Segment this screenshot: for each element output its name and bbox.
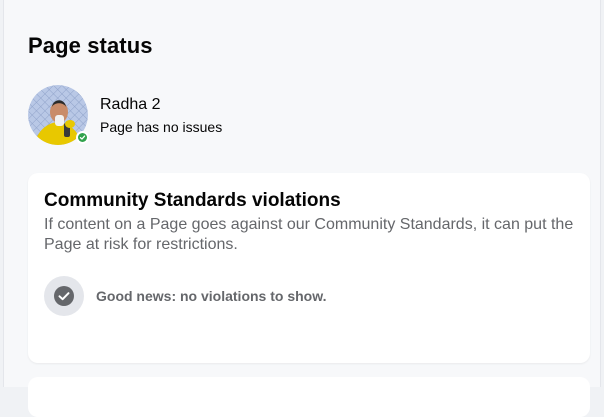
page-name[interactable]: Radha 2 xyxy=(100,95,222,115)
active-status-badge xyxy=(76,131,89,144)
card-description: If content on a Page goes against our Co… xyxy=(44,216,574,253)
card-title: Community Standards violations xyxy=(44,190,341,211)
community-standards-card: Community Standards violations If conten… xyxy=(28,173,590,363)
page-profile-row: Radha 2 Page has no issues xyxy=(28,85,222,145)
violations-result: Good news: no violations to show. xyxy=(44,276,326,316)
result-text: Good news: no violations to show. xyxy=(96,288,327,304)
page-title: Page status xyxy=(28,33,153,58)
check-icon xyxy=(78,133,87,142)
check-circle-icon xyxy=(44,276,84,316)
page-status-text: Page has no issues xyxy=(100,118,223,135)
page-avatar[interactable] xyxy=(28,85,89,145)
page-info: Radha 2 Page has no issues xyxy=(100,95,222,136)
next-card xyxy=(28,377,590,417)
page-status-panel: Page status Radha 2 Page has no issues C… xyxy=(3,0,601,417)
